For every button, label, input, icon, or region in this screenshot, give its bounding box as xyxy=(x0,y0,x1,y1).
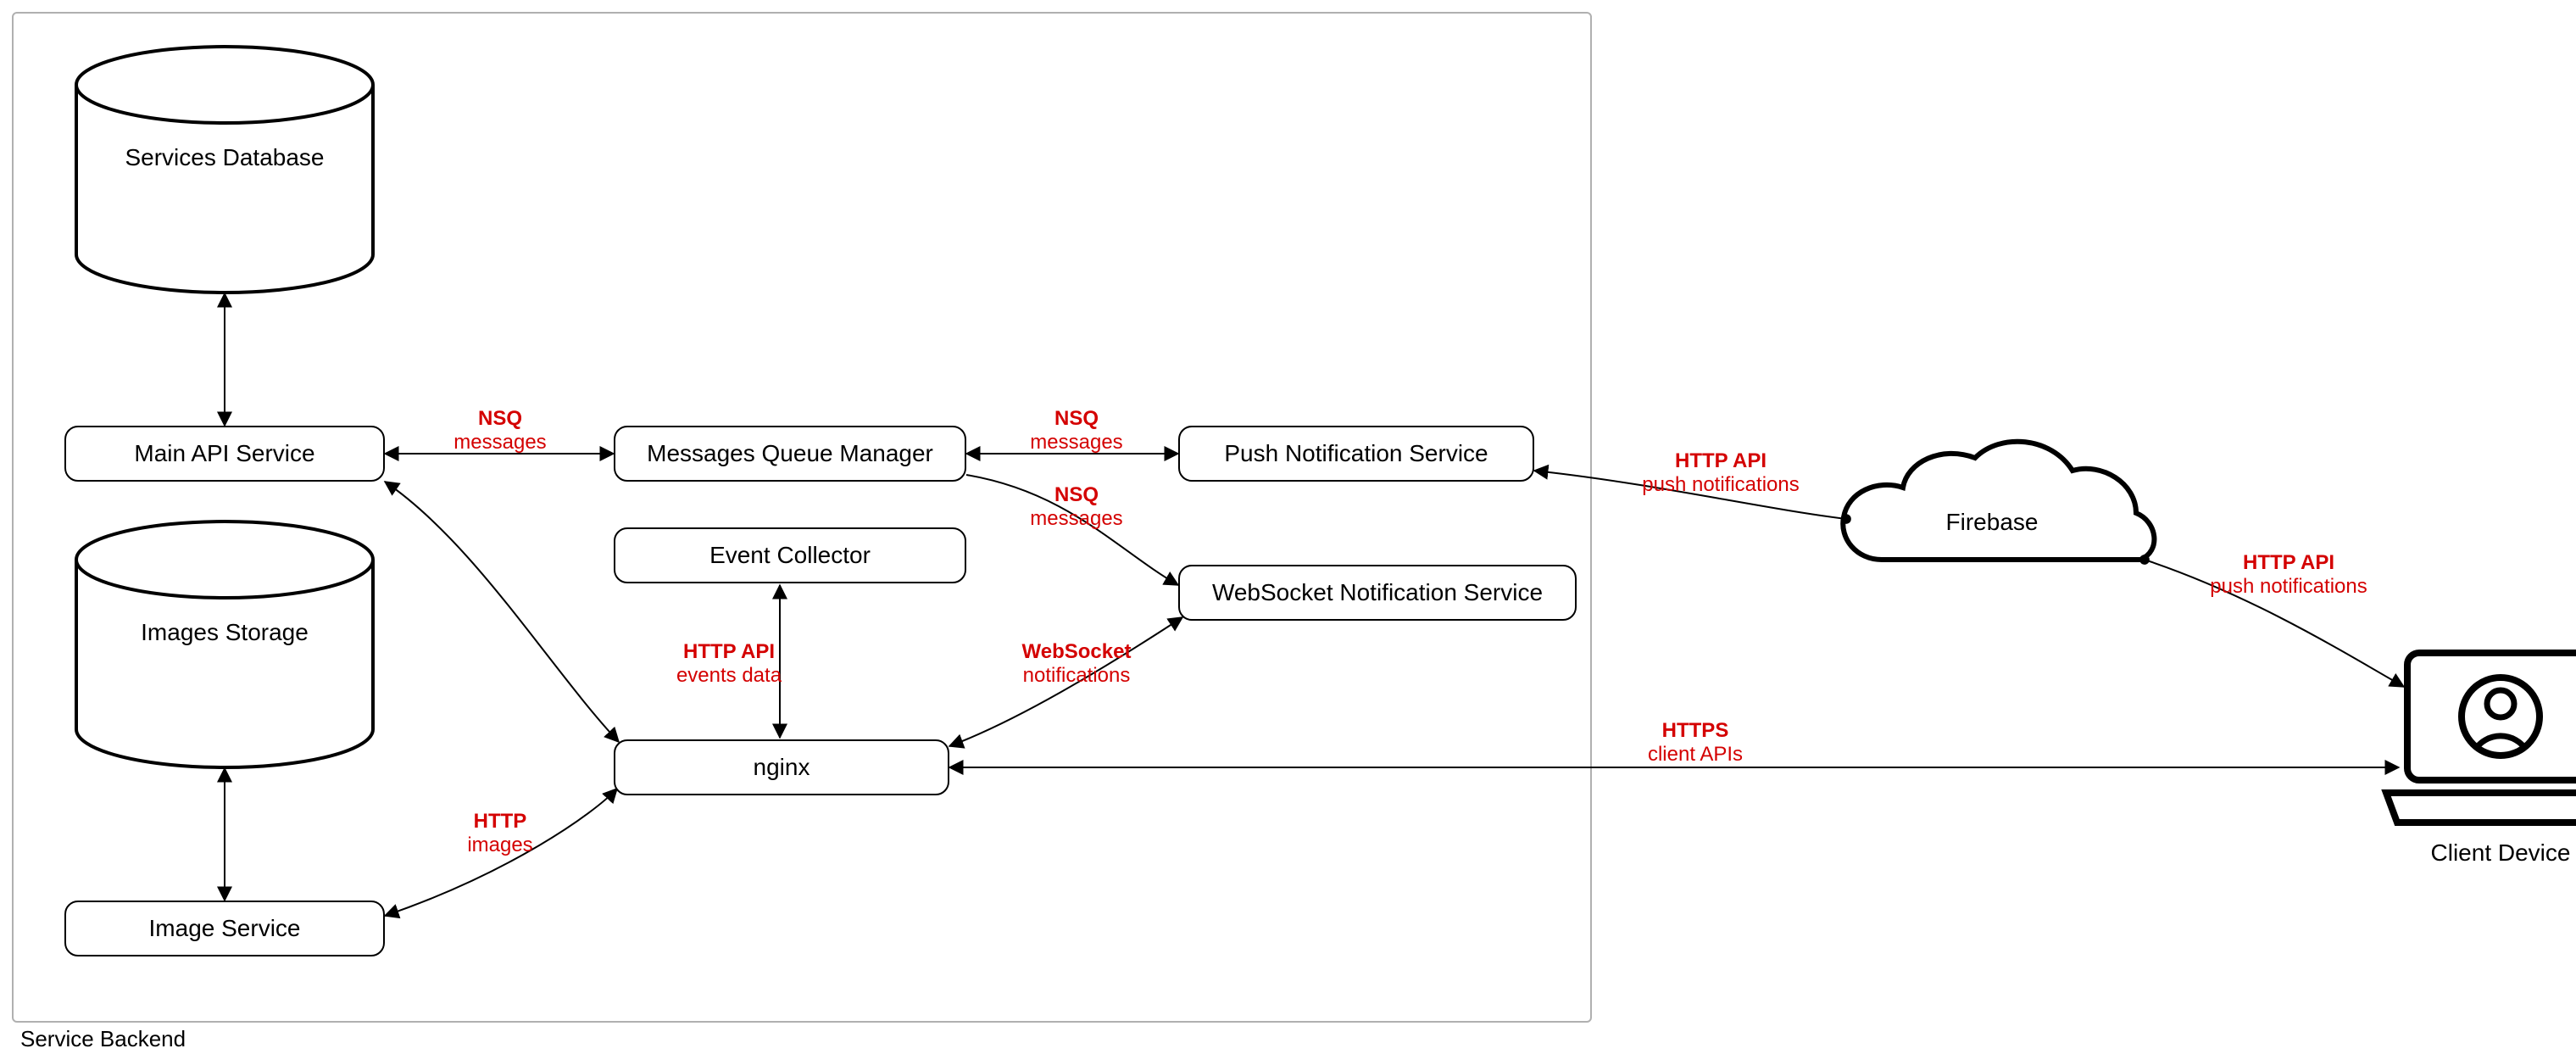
diagram-canvas: Service Backend xyxy=(0,0,2576,1054)
messages-queue-manager-node: Messages Queue Manager xyxy=(614,426,966,482)
edge-label-api-mq: NSQ messages xyxy=(424,407,576,454)
edge-label-bold: HTTP API xyxy=(683,640,775,663)
node-label: Event Collector xyxy=(709,542,871,569)
edge-label-ws-nginx: WebSocket notifications xyxy=(992,640,1161,687)
edge-label-ev-nginx: HTTP API events data xyxy=(653,640,805,687)
edge-label-sub: push notifications xyxy=(2210,575,2367,598)
edge-label-push-firebase: HTTP API push notifications xyxy=(1611,449,1831,496)
edge-label-bold: NSQ xyxy=(1054,407,1099,430)
edge-label-bold: HTTP API xyxy=(2243,551,2334,574)
edge-label-bold: NSQ xyxy=(1054,483,1099,506)
event-collector-node: Event Collector xyxy=(614,527,966,583)
edge-label-bold: HTTP xyxy=(474,810,527,833)
websocket-notification-service-node: WebSocket Notification Service xyxy=(1178,565,1577,621)
edge-label-sub: messages xyxy=(1030,507,1122,530)
firebase-label: Firebase xyxy=(1924,509,2060,536)
node-label: Messages Queue Manager xyxy=(647,440,933,467)
image-service-node: Image Service xyxy=(64,901,385,956)
edge-label-sub: client APIs xyxy=(1648,743,1743,766)
node-label: nginx xyxy=(754,754,810,781)
edge-label-mq-push: NSQ messages xyxy=(1000,407,1153,454)
push-notification-service-node: Push Notification Service xyxy=(1178,426,1534,482)
edge-label-bold: HTTPS xyxy=(1662,719,1729,742)
client-device-label: Client Device xyxy=(2424,839,2576,867)
nginx-node: nginx xyxy=(614,739,949,795)
edge-label-firebase-client: HTTP API push notifications xyxy=(2178,551,2399,598)
client-device-icon xyxy=(2386,653,2576,823)
edge-label-sub: messages xyxy=(453,431,546,454)
firebase-cloud-icon xyxy=(1843,442,2154,560)
edge-label-sub: notifications xyxy=(1023,664,1131,687)
node-label: WebSocket Notification Service xyxy=(1212,579,1543,606)
edge-label-bold: NSQ xyxy=(478,407,522,430)
edge-label-bold: WebSocket xyxy=(1022,640,1132,663)
edge-label-mq-ws: NSQ messages xyxy=(1000,483,1153,530)
images-storage-label: Images Storage xyxy=(76,619,373,646)
backend-container-label: Service Backend xyxy=(20,1026,186,1052)
edge-label-sub: events data xyxy=(676,664,782,687)
services-database-label: Services Database xyxy=(76,144,373,171)
main-api-service-node: Main API Service xyxy=(64,426,385,482)
edge-label-sub: images xyxy=(467,834,532,856)
edge-label-nginx-client: HTTPS client APIs xyxy=(1611,719,1780,766)
edge-label-sub: push notifications xyxy=(1642,473,1799,496)
edge-label-imgsvc-nginx: HTTP images xyxy=(424,810,576,856)
node-label: Push Notification Service xyxy=(1224,440,1488,467)
node-label: Main API Service xyxy=(134,440,314,467)
node-label: Image Service xyxy=(149,915,301,942)
edge-label-bold: HTTP API xyxy=(1675,449,1766,472)
edge-label-sub: messages xyxy=(1030,431,1122,454)
